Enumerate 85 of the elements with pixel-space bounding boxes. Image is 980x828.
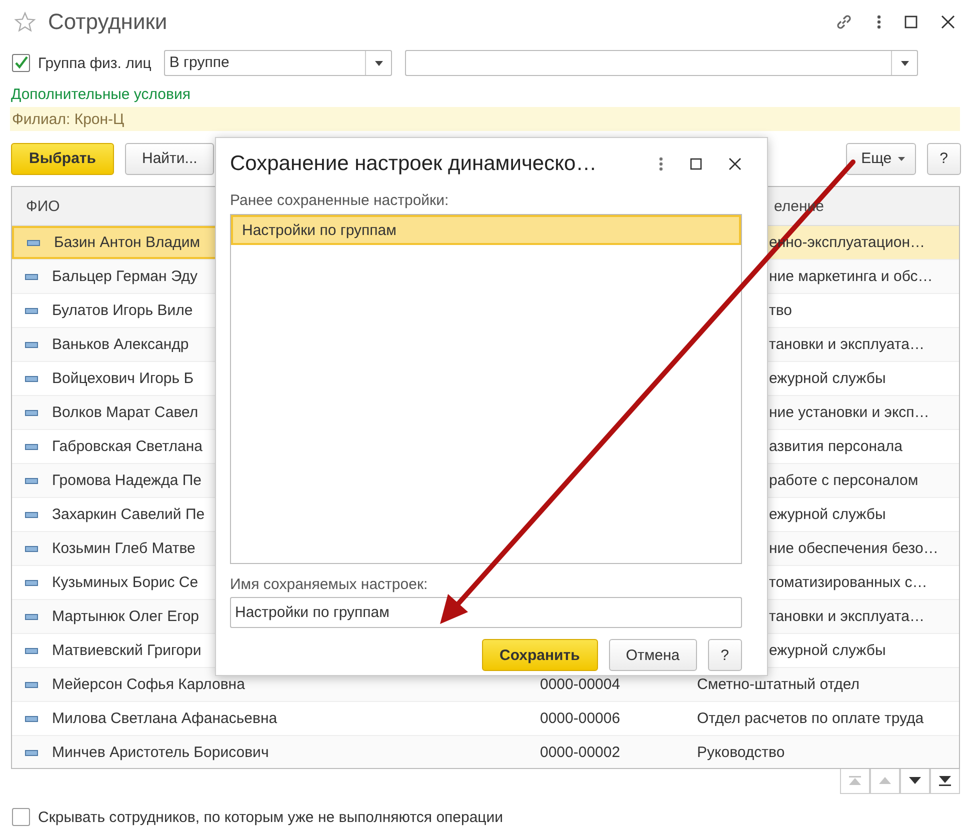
item-icon: [25, 342, 38, 348]
table-cell: 0000-00002: [540, 744, 620, 761]
item-icon: [25, 648, 38, 654]
table-cell: ежурной службы: [769, 506, 886, 523]
table-cell: томатизированных с…: [769, 574, 928, 591]
extra-conditions-link[interactable]: Дополнительные условия: [11, 86, 190, 103]
table-cell: Булатов Игорь Виле: [52, 302, 193, 319]
table-cell: Козьмин Глеб Матве: [52, 540, 196, 557]
item-icon: [25, 750, 38, 756]
table-cell: Мартынюк Олег Егор: [52, 608, 199, 625]
star-icon[interactable]: [14, 11, 36, 33]
help-button[interactable]: ?: [926, 142, 961, 174]
name-label: Имя сохраняемых настроек:: [230, 576, 429, 593]
last-button[interactable]: [930, 769, 960, 794]
table-cell: Отдел расчетов по оплате труда: [697, 710, 924, 727]
applied-filter: Филиал: Крон-Ц: [12, 110, 124, 128]
checkbox-label: Группа физ. лиц: [38, 54, 152, 72]
table-cell: работе с персоналом: [769, 472, 918, 489]
table-cell: азвития персонала: [769, 438, 902, 455]
table-cell: Ваньков Александр: [52, 336, 189, 353]
item-icon: [25, 410, 38, 416]
table-cell: Матвиевский Григори: [52, 642, 202, 659]
maximize-icon[interactable]: [690, 158, 702, 170]
help-button[interactable]: ?: [708, 639, 742, 671]
name-field[interactable]: Настройки по группам: [230, 597, 742, 628]
link-icon[interactable]: [834, 12, 854, 32]
item-icon: [25, 580, 38, 586]
caret-icon: [898, 156, 905, 160]
dialog-title: Сохранение настроек динамическо…: [230, 152, 597, 176]
find-button[interactable]: Найти...: [124, 142, 214, 174]
checkbox[interactable]: [12, 54, 30, 72]
table-cell: ние обеспечения безо…: [769, 540, 938, 557]
table-cell: Кузьминых Борис Се: [52, 574, 198, 591]
bottom-icon: [937, 773, 953, 789]
save-button[interactable]: Сохранить: [482, 639, 598, 671]
table-cell: ежурной службы: [769, 370, 886, 387]
item-icon: [25, 308, 38, 314]
table-cell: ние маркетинга и обс…: [769, 268, 933, 285]
table-row[interactable]: Минчев Аристотель Борисович 0000-00002 Руководство: [12, 736, 959, 768]
table-cell: Минчев Аристотель Борисович: [52, 744, 269, 761]
item-icon: [25, 444, 38, 450]
item-icon: [25, 546, 38, 552]
table-cell: Руководство: [697, 744, 785, 761]
item-icon: [25, 682, 38, 688]
item-icon: [25, 614, 38, 620]
window-title: Сотрудники: [48, 9, 168, 35]
close-icon[interactable]: [728, 157, 742, 171]
more-icon[interactable]: [876, 14, 882, 30]
list-label: Ранее сохраненные настройки:: [230, 192, 450, 209]
more-icon[interactable]: [658, 156, 664, 172]
select-button[interactable]: Выбрать: [11, 142, 114, 174]
table-cell: Габровская Светлана: [52, 438, 202, 455]
item-icon: [25, 716, 38, 722]
checkbox[interactable]: [12, 808, 30, 826]
table-cell: Мейерсон Софья Карловна: [52, 676, 245, 693]
table-cell: Базин Антон Владим: [54, 234, 200, 251]
table-cell: Бальцер Герман Эду: [52, 268, 198, 285]
maximize-icon[interactable]: [904, 15, 918, 29]
table-cell: тановки и эксплуата…: [769, 608, 924, 625]
down-button[interactable]: [900, 769, 930, 794]
table-cell: ние установки и эксп…: [769, 404, 930, 421]
close-icon[interactable]: [940, 14, 956, 30]
table-cell: Войцехович Игорь Б: [52, 370, 194, 387]
table-cell: Громова Надежда Пе: [52, 472, 202, 489]
table-cell: 0000-00004: [540, 676, 620, 693]
table-cell: Захаркин Савелий Пе: [52, 506, 205, 523]
condition-dropdown[interactable]: В группе: [164, 50, 392, 76]
item-icon: [25, 274, 38, 280]
more-button[interactable]: Еще: [846, 142, 916, 174]
dropdown-icon: [900, 60, 909, 66]
item-icon: [25, 478, 38, 484]
checkbox-label: Скрывать сотрудников, по которым уже не выполняются операции: [38, 808, 504, 826]
table-cell: Сметно-штатный отдел: [697, 676, 860, 693]
dropdown-icon: [374, 60, 383, 66]
list-item[interactable]: Настройки по группам: [231, 215, 741, 245]
item-icon: [27, 240, 40, 246]
table-cell: Милова Светлана Афанасьевна: [52, 710, 278, 727]
table-cell: Волков Марат Савел: [52, 404, 198, 421]
table-cell: 0000-00006: [540, 710, 620, 727]
cancel-button[interactable]: Отмена: [608, 639, 697, 671]
item-icon: [25, 512, 38, 518]
item-icon: [25, 376, 38, 382]
table-cell: тановки и эксплуата…: [769, 336, 924, 353]
table-cell: ежурной службы: [769, 642, 886, 659]
table-cell: тво: [769, 302, 792, 319]
